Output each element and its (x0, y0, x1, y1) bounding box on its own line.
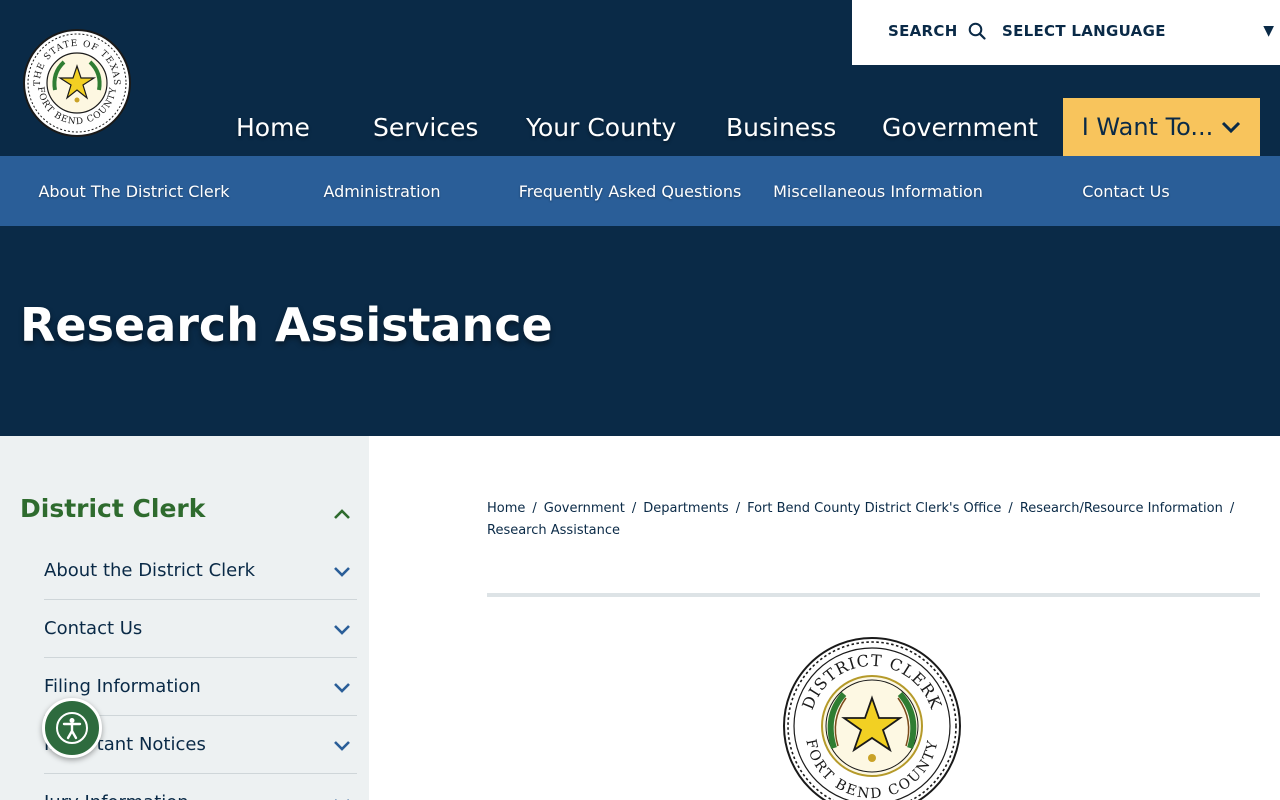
sidebar-item-label: About the District Clerk (44, 560, 256, 581)
i-want-to-button[interactable]: I Want To... (1063, 98, 1260, 156)
nav-home[interactable]: Home (236, 98, 310, 156)
accessibility-icon (56, 712, 88, 744)
subnav-about[interactable]: About The District Clerk (10, 156, 258, 226)
site-header: THE STATE OF TEXAS FORT BEND COUNTY SEAR… (0, 0, 1280, 156)
sidebar-item-jury[interactable]: Jury Information (44, 774, 357, 800)
subnav-contact[interactable]: Contact Us (1002, 156, 1250, 226)
nav-business[interactable]: Business (726, 98, 836, 156)
breadcrumb-departments[interactable]: Departments (643, 501, 728, 516)
breadcrumb-home[interactable]: Home (487, 501, 525, 516)
chevron-up-icon[interactable] (330, 504, 354, 524)
breadcrumb-separator: / (735, 501, 741, 516)
chevron-down-icon[interactable] (330, 619, 354, 639)
breadcrumb-separator: / (631, 501, 637, 516)
breadcrumb-district-clerk-office[interactable]: Fort Bend County District Clerk's Office (747, 501, 1001, 516)
sidebar-item-label: Contact Us (44, 618, 143, 639)
page-hero: Research Assistance (0, 226, 1280, 436)
sidebar-item-contact[interactable]: Contact Us (44, 600, 357, 658)
breadcrumb-separator: / (1229, 501, 1235, 516)
county-seal-logo[interactable]: THE STATE OF TEXAS FORT BEND COUNTY (22, 28, 132, 138)
breadcrumb-research-resource[interactable]: Research/Resource Information (1020, 501, 1223, 516)
subnav-faq[interactable]: Frequently Asked Questions (506, 156, 754, 226)
language-select-label: SELECT LANGUAGE (1002, 22, 1166, 40)
breadcrumb-separator: / (532, 501, 537, 516)
search-icon (968, 22, 986, 40)
sidebar-heading[interactable]: District Clerk (20, 494, 205, 523)
i-want-to-label: I Want To... (1081, 113, 1214, 141)
breadcrumb-government[interactable]: Government (544, 501, 625, 516)
chevron-down-icon[interactable] (330, 677, 354, 697)
search-link[interactable]: SEARCH (888, 22, 986, 40)
subnav-administration[interactable]: Administration (258, 156, 506, 226)
breadcrumb-current: Research Assistance (487, 523, 621, 538)
sidebar-item-label: Filing Information (44, 676, 201, 697)
chevron-down-icon[interactable] (330, 793, 354, 800)
utility-bar: SEARCH SELECT LANGUAGE ▼ (852, 0, 1280, 65)
nav-services[interactable]: Services (373, 98, 478, 156)
nav-government[interactable]: Government (882, 98, 1038, 156)
content-divider (487, 593, 1260, 597)
chevron-down-icon[interactable] (330, 735, 354, 755)
caret-down-icon: ▼ (1263, 23, 1274, 39)
sidebar-item-label: Jury Information (44, 792, 189, 800)
sidebar-item-about[interactable]: About the District Clerk (44, 542, 357, 600)
language-select[interactable]: SELECT LANGUAGE ▼ (1002, 22, 1280, 40)
nav-your-county[interactable]: Your County (526, 98, 676, 156)
search-label: SEARCH (888, 22, 958, 40)
breadcrumb: Home / Government / Departments / Fort Bend Co… (487, 498, 1260, 542)
subnav-misc[interactable]: Miscellaneous Information (754, 156, 1002, 226)
page-title: Research Assistance (20, 298, 553, 352)
department-nav: About The District Clerk Administration … (0, 156, 1280, 226)
accessibility-button[interactable] (42, 698, 102, 758)
district-clerk-seal: DISTRICT CLERK FORT BEND COUNTY (783, 637, 961, 800)
chevron-down-icon[interactable] (330, 561, 354, 581)
breadcrumb-separator: / (1008, 501, 1013, 516)
chevron-down-icon (1222, 121, 1241, 134)
